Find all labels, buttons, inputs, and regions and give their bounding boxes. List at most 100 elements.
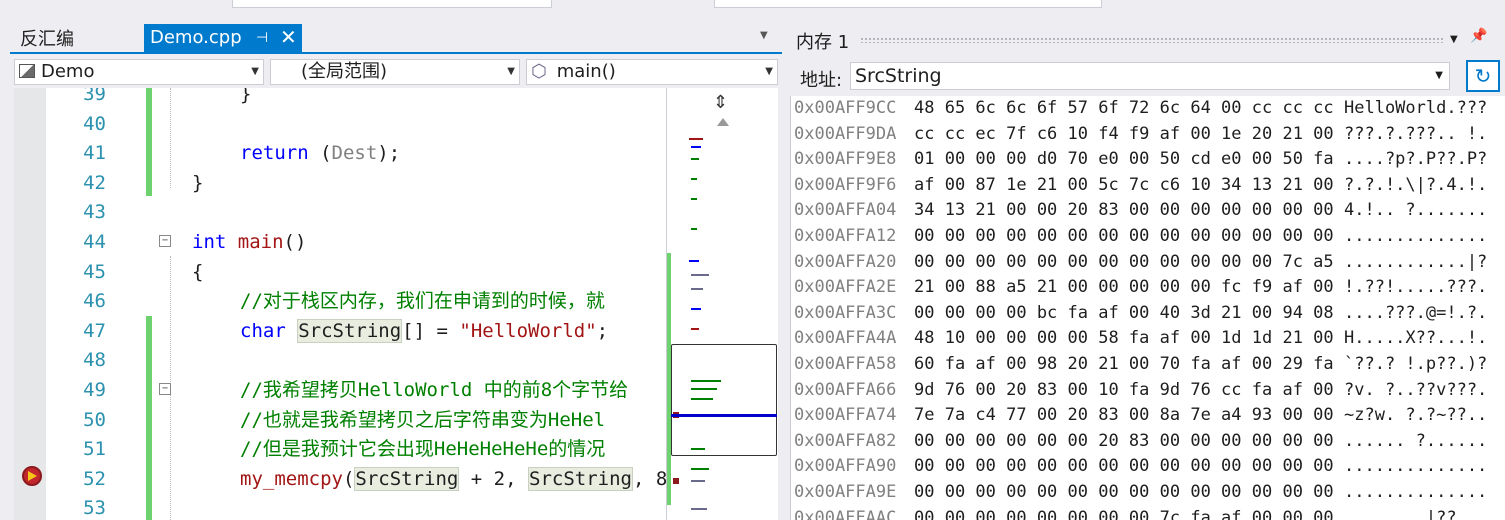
memory-address: 0x00AFFA4A bbox=[794, 328, 897, 349]
code-text: my_memcpy(SrcString + 2, SrcString, 8 bbox=[240, 466, 666, 491]
memory-row[interactable]: 0x00AFF9CC 48 65 6c 6c 6f 57 6f 72 6c 64 … bbox=[791, 96, 1505, 122]
pin-icon[interactable]: 📌 bbox=[1470, 28, 1487, 44]
refresh-icon[interactable]: ↻ bbox=[1466, 60, 1500, 92]
memory-row[interactable]: 0x00AFFA66 9d 76 00 20 83 00 10 fa 9d 76 … bbox=[791, 378, 1505, 404]
scope-label: (全局范围) bbox=[301, 61, 388, 82]
split-icon[interactable]: ⇕ bbox=[713, 92, 728, 113]
tab-label: Demo.cpp bbox=[150, 27, 242, 48]
minimap-line bbox=[689, 260, 699, 262]
address-bar: 地址: SrcString ▼ ↻ bbox=[790, 58, 1505, 96]
code-line[interactable]: 43 bbox=[14, 198, 666, 228]
memory-row[interactable]: 0x00AFFA82 00 00 00 00 00 00 20 83 00 00 … bbox=[791, 429, 1505, 455]
line-number: 41 bbox=[83, 142, 106, 165]
memory-address: 0x00AFFA9E bbox=[794, 482, 897, 502]
memory-row[interactable]: 0x00AFFAAC 00 00 00 00 00 00 00 00 7c fa … bbox=[791, 506, 1505, 520]
memory-window-title: 内存 1 bbox=[796, 32, 850, 53]
code-line[interactable]: 52 my_memcpy(SrcString + 2, SrcString, 8 bbox=[14, 465, 666, 495]
code-line[interactable]: 47 char SrcString[] = "HelloWorld"; bbox=[14, 317, 666, 347]
code-line[interactable]: 46 //对于栈区内存，我们在申请到的时候，就 bbox=[14, 287, 666, 317]
memory-hex-bytes: 48 10 00 00 00 00 58 fa af 00 1d 1d 21 0… bbox=[914, 328, 1334, 349]
minimap-viewport[interactable] bbox=[671, 344, 777, 456]
memory-hex-bytes: 00 00 00 00 00 00 00 00 00 00 00 00 00 0… bbox=[914, 456, 1334, 477]
memory-row[interactable]: 0x00AFFA2E 21 00 88 a5 21 00 00 00 00 00 … bbox=[791, 275, 1505, 301]
minimap-line bbox=[691, 508, 707, 510]
close-icon[interactable]: ✕ bbox=[280, 23, 297, 51]
memory-hex-bytes: 00 00 00 00 00 00 00 00 00 00 00 00 7c a… bbox=[914, 251, 1334, 272]
panel-divider[interactable] bbox=[782, 22, 790, 520]
code-line[interactable]: 50 //也就是我希望拷贝之后字符串变为HeHel bbox=[14, 406, 666, 436]
code-line[interactable]: 41 return (Dest); bbox=[14, 139, 666, 169]
code-line[interactable]: 51 //但是我预计它会出现HeHeHeHeHe的情况 bbox=[14, 435, 666, 465]
code-text: //我希望拷贝HelloWorld 中的前8个字节给 bbox=[240, 379, 629, 401]
scope-combo[interactable]: (全局范围) ▼ bbox=[270, 59, 520, 85]
memory-ascii: .............. bbox=[1344, 226, 1488, 246]
code-line[interactable]: 39} bbox=[14, 88, 666, 110]
memory-address: 0x00AFFA04 bbox=[794, 200, 897, 221]
project-combo[interactable]: Demo ▼ bbox=[14, 59, 264, 85]
memory-row[interactable]: 0x00AFFA4A 48 10 00 00 00 00 58 fa af 00 … bbox=[791, 326, 1505, 352]
minimap-line bbox=[689, 138, 703, 140]
tab-demo-cpp[interactable]: Demo.cpp ⊣ ✕ bbox=[144, 24, 302, 52]
minimap[interactable]: ⇕ bbox=[666, 88, 778, 520]
line-number: 46 bbox=[83, 290, 106, 313]
toolbar-combo-2[interactable] bbox=[714, 0, 1102, 8]
memory-ascii: ...... ?...... bbox=[1344, 430, 1488, 451]
code-line[interactable]: 53 bbox=[14, 494, 666, 520]
function-combo[interactable]: ⬡ main() ▼ bbox=[526, 59, 778, 85]
memory-ascii: ?.?.!.\|?.4.!. bbox=[1344, 174, 1488, 195]
top-toolbar bbox=[0, 0, 1505, 22]
navigation-bar: Demo ▼ (全局范围) ▼ ⬡ main() ▼ bbox=[10, 56, 782, 88]
address-input[interactable]: SrcString ▼ bbox=[850, 62, 1450, 90]
minimap-caret-line bbox=[671, 414, 777, 417]
tab-disassembly[interactable]: 反汇编 bbox=[20, 28, 74, 52]
code-text: int main() bbox=[192, 231, 307, 253]
line-number: 47 bbox=[83, 319, 106, 342]
minimap-line bbox=[691, 158, 699, 160]
memory-view[interactable]: 0x00AFF9CC 48 65 6c 6c 6f 57 6f 72 6c 64 … bbox=[790, 96, 1505, 520]
code-line[interactable]: 44 int main() bbox=[14, 228, 666, 258]
minimap-line bbox=[691, 468, 709, 470]
project-label: Demo bbox=[41, 61, 95, 82]
line-number: 42 bbox=[83, 171, 106, 194]
memory-row[interactable]: 0x00AFFA90 00 00 00 00 00 00 00 00 00 00 … bbox=[791, 454, 1505, 480]
code-line[interactable]: 45 { bbox=[14, 258, 666, 288]
code-text: return (Dest); bbox=[240, 142, 401, 165]
memory-row[interactable]: 0x00AFF9DA cc cc ec 7f c6 10 f4 f9 af 00 … bbox=[791, 122, 1505, 148]
code-text: //但是我预计它会出现HeHeHeHeHe的情况 bbox=[240, 438, 606, 461]
code-line[interactable]: 40 bbox=[14, 110, 666, 140]
code-line[interactable]: 49 //我希望拷贝HelloWorld 中的前8个字节给 bbox=[14, 376, 666, 406]
scroll-up-icon[interactable] bbox=[717, 118, 729, 126]
memory-row[interactable]: 0x00AFF9F6 af 00 87 1e 21 00 5c 7c c6 10 … bbox=[791, 173, 1505, 199]
minimap-line bbox=[691, 198, 697, 200]
memory-hex-bytes: 7e 7a c4 77 00 20 83 00 8a 7e a4 93 00 0… bbox=[914, 405, 1334, 426]
memory-row[interactable]: 0x00AFF9E8 01 00 00 00 d0 70 e0 00 50 cd … bbox=[791, 147, 1505, 173]
memory-row[interactable]: 0x00AFFA58 60 fa af 00 98 20 21 00 70 fa … bbox=[791, 352, 1505, 378]
memory-hex-bytes: 00 00 00 00 00 00 20 83 00 00 00 00 00 0… bbox=[914, 430, 1334, 451]
code-text: //对于栈区内存，我们在申请到的时候，就 bbox=[240, 290, 605, 313]
memory-row[interactable]: 0x00AFFA74 7e 7a c4 77 00 20 83 00 8a 7e … bbox=[791, 403, 1505, 429]
code-line[interactable]: 48 bbox=[14, 346, 666, 376]
minimap-line bbox=[691, 308, 701, 310]
memory-address: 0x00AFFA82 bbox=[794, 430, 897, 451]
memory-address: 0x00AFFA3C bbox=[794, 302, 897, 323]
chevron-down-icon[interactable]: ▼ bbox=[1450, 34, 1458, 45]
title-grip[interactable] bbox=[860, 37, 1445, 43]
memory-ascii: ???.?.???.. !. bbox=[1344, 123, 1488, 144]
chevron-down-icon[interactable]: ▼ bbox=[1435, 63, 1443, 89]
code-editor[interactable]: − − 39} 40 41 return (Dest); 42} 43 44 int main… bbox=[14, 88, 666, 520]
memory-title-bar: 内存 1 ▼ 📌 bbox=[790, 22, 1505, 56]
memory-row[interactable]: 0x00AFFA3C 00 00 00 00 bc fa af 00 40 3d … bbox=[791, 301, 1505, 327]
memory-ascii: ~z?w. ?.?~??.. bbox=[1344, 405, 1488, 426]
memory-ascii: `??.? !.p??.)? bbox=[1344, 354, 1488, 374]
toolbar-combo-1[interactable] bbox=[232, 0, 552, 8]
memory-ascii: .............. bbox=[1344, 482, 1488, 502]
memory-row[interactable]: 0x00AFFA20 00 00 00 00 00 00 00 00 00 00 … bbox=[791, 250, 1505, 276]
pin-icon[interactable]: ⊣ bbox=[256, 24, 268, 52]
memory-ascii: !.??!.....???. bbox=[1344, 277, 1488, 298]
memory-row[interactable]: 0x00AFFA04 34 13 21 00 00 20 83 00 00 00 … bbox=[791, 198, 1505, 224]
memory-row[interactable]: 0x00AFFA9E 00 00 00 00 00 00 00 00 00 00 … bbox=[791, 480, 1505, 506]
memory-hex-bytes: af 00 87 1e 21 00 5c 7c c6 10 34 13 21 0… bbox=[914, 174, 1334, 195]
memory-row[interactable]: 0x00AFFA12 00 00 00 00 00 00 00 00 00 00 … bbox=[791, 224, 1505, 250]
tab-list-dropdown-icon[interactable]: ▼ bbox=[760, 30, 768, 41]
code-line[interactable]: 42} bbox=[14, 169, 666, 199]
